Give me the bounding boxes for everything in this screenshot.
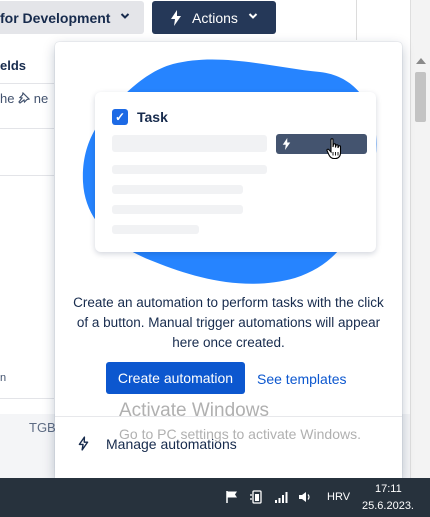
actions-button-label: Actions [192,10,238,26]
chevron-down-icon [248,11,258,24]
development-dropdown-label: for Development [0,9,111,26]
skeleton-line [112,205,243,214]
scroll-up-arrow[interactable] [416,58,426,64]
clock-date[interactable]: 25.6.2023. [362,500,414,512]
language-indicator[interactable]: HRV [327,491,350,503]
pin-hint-text: he [0,91,15,106]
signal-icon[interactable] [274,490,288,509]
skeleton-line [112,165,267,174]
chevron-down-icon [120,11,130,24]
skeleton-line [112,185,243,194]
checkbox-icon: ✓ [112,109,128,125]
activation-watermark-subtitle: Go to PC settings to activate Windows. [119,426,361,442]
see-templates-link[interactable]: See templates [257,371,347,387]
create-automation-button[interactable]: Create automation [106,362,245,394]
pin-icon [18,91,34,106]
scrollbar-thumb[interactable] [415,72,426,122]
flag-icon[interactable] [225,490,239,509]
skeleton-line [112,225,199,234]
card-action-button [276,134,367,154]
card-title: Task [137,109,168,125]
hand-cursor-icon [326,138,344,165]
clock-time[interactable]: 17:11 [375,483,402,495]
development-dropdown[interactable]: for Development [0,1,144,34]
battery-icon[interactable] [249,490,265,509]
lightning-bolt-icon [170,10,182,29]
fields-heading: elds [0,58,27,73]
lightning-bolt-icon [78,436,89,456]
scrollbar[interactable] [410,0,430,478]
right-pane [356,0,410,40]
divider [0,398,54,399]
lightning-bolt-icon [282,137,291,155]
task-card-illustration: ✓ Task [95,92,376,252]
actions-button[interactable]: Actions [152,1,276,34]
footer-label: TGB [29,420,56,435]
speaker-icon[interactable] [298,490,312,509]
taskbar: HRV 17:11 25.6.2023. [0,478,430,517]
activation-watermark-title: Activate Windows [119,400,269,421]
divider [0,175,54,176]
empty-state-description: Create an automation to perform tasks wi… [73,295,384,350]
skeleton-line [112,135,267,152]
divider [0,83,54,84]
divider [0,128,54,129]
pin-hint-suffix: ne [33,91,49,106]
pin-hint: he ne [0,91,48,106]
field-label: n [0,372,7,384]
